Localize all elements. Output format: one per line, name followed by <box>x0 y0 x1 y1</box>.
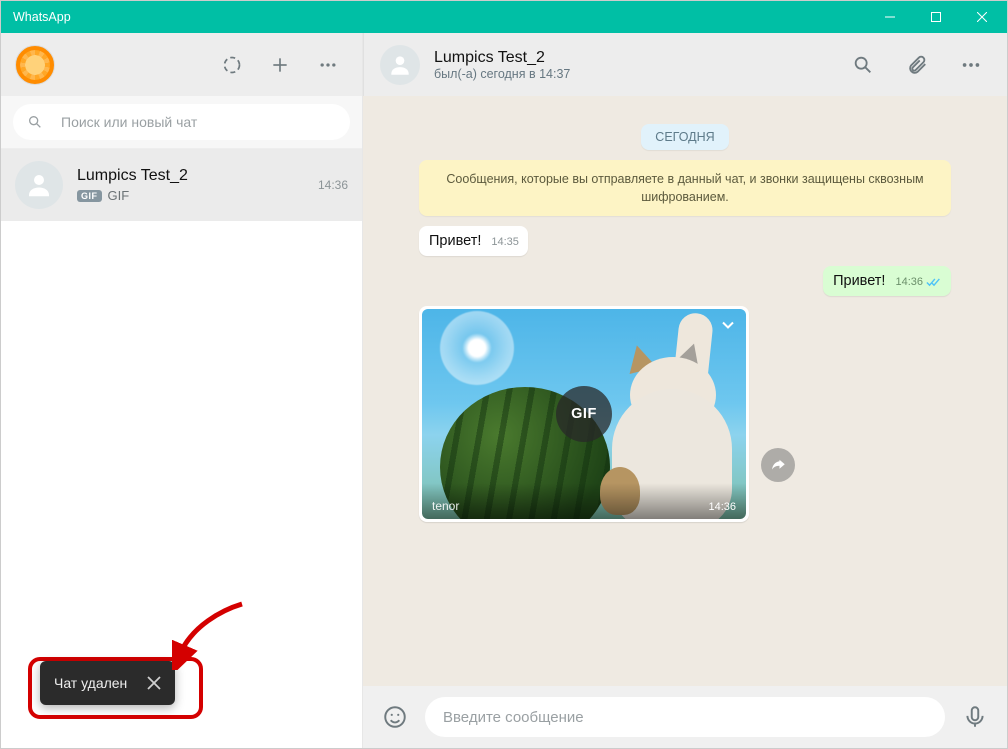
gif-source: tenor <box>432 499 459 513</box>
composer: Введите сообщение <box>363 686 1007 748</box>
message-menu-chevron-icon[interactable] <box>718 315 738 338</box>
toast-close-icon[interactable] <box>147 676 161 690</box>
conversation-pane: Lumpics Test_2 был(-а) сегодня в 14:37 С… <box>363 33 1007 748</box>
message-gif[interactable]: GIF tenor 14:36 <box>419 306 749 522</box>
chat-list: Lumpics Test_2 GIF GIF 14:36 <box>1 149 362 748</box>
chat-list-item-preview-text: GIF <box>108 188 130 203</box>
message-text: Привет! <box>833 273 885 289</box>
gif-play-badge[interactable]: GIF <box>556 386 612 442</box>
forward-button[interactable] <box>761 448 795 482</box>
conversation-search-icon[interactable] <box>843 45 883 85</box>
app-body: Поиск или новый чат Lumpics Test_2 GIF G… <box>1 33 1007 748</box>
read-ticks-icon <box>926 277 942 288</box>
message-time: 14:36 <box>895 276 923 288</box>
self-avatar[interactable] <box>15 45 55 85</box>
status-icon[interactable] <box>212 45 252 85</box>
sidebar-header <box>1 33 362 96</box>
conversation-contact-status: был(-а) сегодня в 14:37 <box>434 67 829 81</box>
sidebar: Поиск или новый чат Lumpics Test_2 GIF G… <box>1 33 363 748</box>
message-in[interactable]: Привет! 14:35 <box>419 226 528 256</box>
chat-list-item[interactable]: Lumpics Test_2 GIF GIF 14:36 <box>1 149 362 221</box>
message-out[interactable]: Привет! 14:36 <box>823 266 951 296</box>
chat-list-item-body: Lumpics Test_2 GIF GIF <box>77 167 304 203</box>
date-separator: СЕГОДНЯ <box>641 124 728 150</box>
menu-icon[interactable] <box>308 45 348 85</box>
message-time: 14:35 <box>491 236 519 249</box>
chat-list-item-preview: GIF GIF <box>77 188 304 203</box>
app-window: WhatsApp <box>0 0 1008 749</box>
gif-tag-icon: GIF <box>77 190 102 202</box>
search-icon <box>27 114 43 130</box>
message-input-placeholder: Введите сообщение <box>443 709 584 726</box>
toast-text: Чат удален <box>54 675 127 691</box>
message-input[interactable]: Введите сообщение <box>425 697 945 737</box>
minimize-button[interactable] <box>867 1 913 33</box>
conversation-contact-name: Lumpics Test_2 <box>434 49 829 67</box>
message-text: Привет! <box>429 233 481 249</box>
emoji-icon[interactable] <box>379 701 411 733</box>
conversation-avatar <box>380 45 420 85</box>
encryption-notice: Сообщения, которые вы отправляете в данн… <box>419 160 951 216</box>
search-input[interactable]: Поиск или новый чат <box>13 104 350 140</box>
maximize-button[interactable] <box>913 1 959 33</box>
mic-icon[interactable] <box>959 701 991 733</box>
titlebar: WhatsApp <box>1 1 1007 33</box>
chat-list-item-time: 14:36 <box>318 178 348 192</box>
conversation-menu-icon[interactable] <box>951 45 991 85</box>
conversation-header[interactable]: Lumpics Test_2 был(-а) сегодня в 14:37 <box>363 33 1007 96</box>
message-time: 14:36 <box>708 501 736 513</box>
search-placeholder: Поиск или новый чат <box>61 114 197 130</box>
message-meta: 14:36 <box>895 276 942 289</box>
toast: Чат удален <box>40 661 175 705</box>
window-title: WhatsApp <box>13 10 867 24</box>
gif-preview: GIF tenor 14:36 <box>422 309 746 519</box>
attach-icon[interactable] <box>897 45 937 85</box>
search-bar: Поиск или новый чат <box>1 96 362 149</box>
close-window-button[interactable] <box>959 1 1005 33</box>
messages-area[interactable]: СЕГОДНЯ Сообщения, которые вы отправляет… <box>363 96 1007 686</box>
chat-list-item-name: Lumpics Test_2 <box>77 167 304 185</box>
contact-avatar-icon <box>15 161 63 209</box>
conversation-info: Lumpics Test_2 был(-а) сегодня в 14:37 <box>434 49 829 81</box>
new-chat-icon[interactable] <box>260 45 300 85</box>
